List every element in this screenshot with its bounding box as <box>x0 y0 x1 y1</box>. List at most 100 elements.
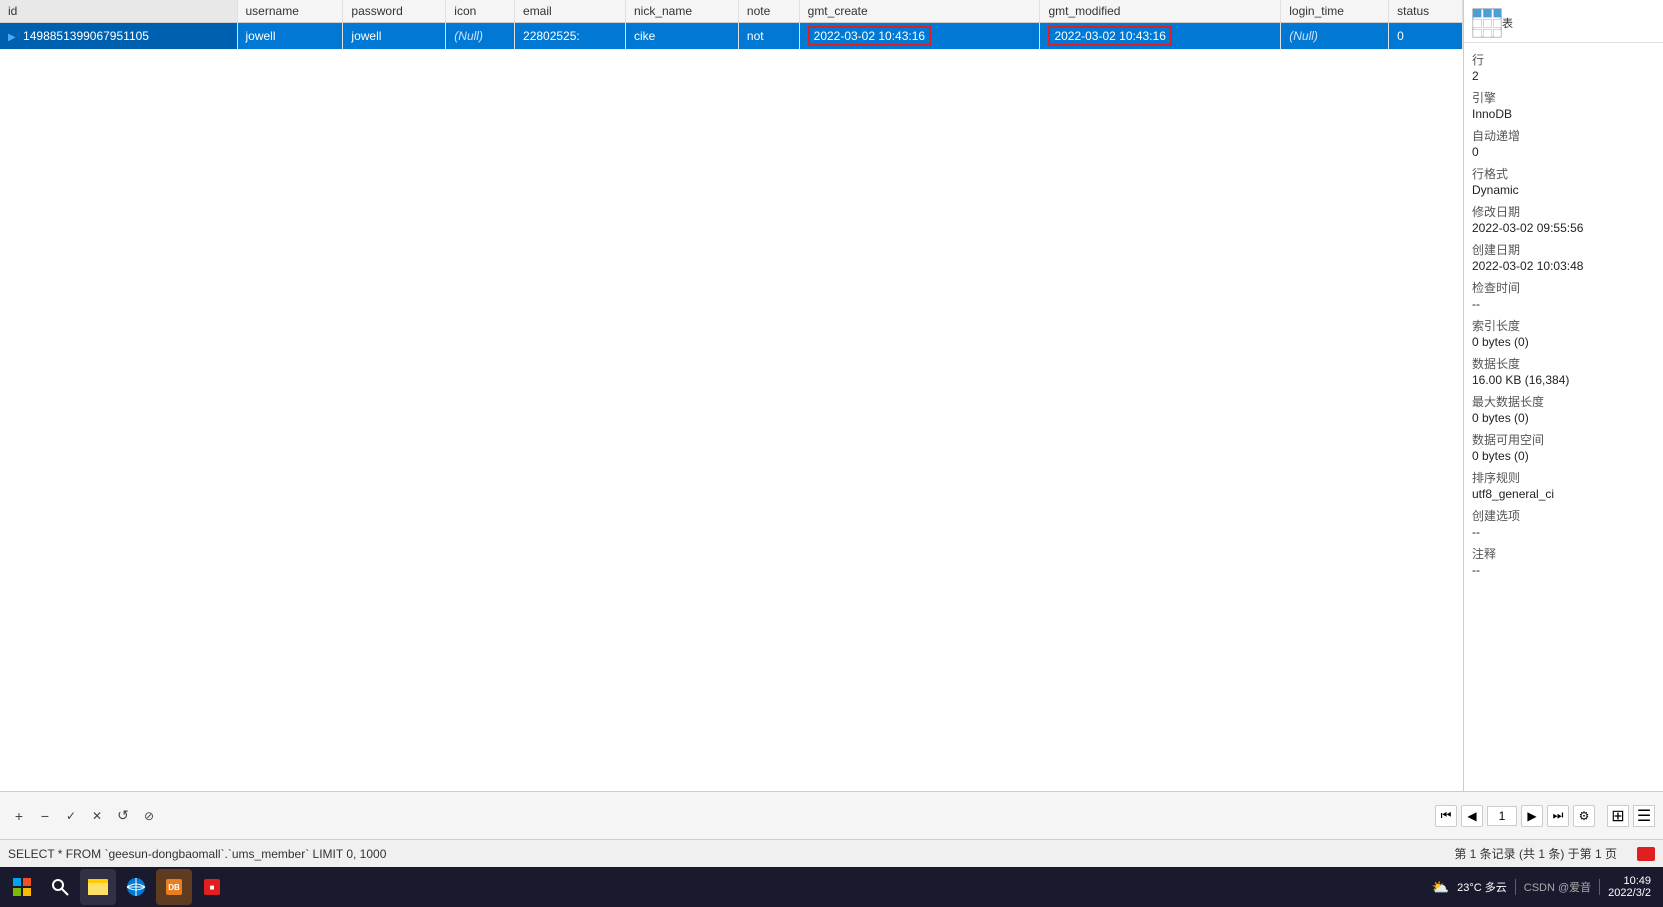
weather-temp: 23°C 多云 <box>1457 879 1507 895</box>
prev-page-button[interactable]: ◀ <box>1461 805 1483 827</box>
stat-value: 0 bytes (0) <box>1472 411 1655 425</box>
stat-value: Dynamic <box>1472 183 1655 197</box>
data-table: id username password icon email nick_nam… <box>0 0 1463 50</box>
file-manager-icon <box>86 875 110 899</box>
col-header-gmt-create[interactable]: gmt_create <box>799 0 1040 23</box>
col-header-username[interactable]: username <box>237 0 343 23</box>
stat-label: 数据可用空间 <box>1472 431 1655 448</box>
stop-button[interactable]: ⊘ <box>138 805 160 827</box>
col-header-email[interactable]: email <box>515 0 626 23</box>
stat-label: 行 <box>1472 51 1655 68</box>
taskbar-app-file[interactable] <box>80 869 116 905</box>
cell-icon: (Null) <box>446 23 515 50</box>
cell-username: jowell <box>237 23 343 50</box>
taskbar: DB ■ ⛅ 23°C 多云 CSDN @爱音 10:49 2022/3/2 <box>0 867 1663 907</box>
status-indicator <box>1637 847 1655 861</box>
stat-label: 行格式 <box>1472 165 1655 182</box>
cancel-button[interactable]: ✕ <box>86 805 108 827</box>
page-number-input[interactable] <box>1487 806 1517 826</box>
right-panel-stats: 行2引擎InnoDB自动递增0行格式Dynamic修改日期2022-03-02 … <box>1464 43 1663 579</box>
right-panel-header: 表 <box>1464 4 1663 43</box>
table-row[interactable]: ▶ 1498851399067951105 jowell jowell (Nul… <box>0 23 1463 50</box>
cell-nick-name: cike <box>625 23 738 50</box>
taskbar-app-browser[interactable] <box>118 869 154 905</box>
cell-id: ▶ 1498851399067951105 <box>0 23 237 50</box>
col-header-icon[interactable]: icon <box>446 0 515 23</box>
stat-value: utf8_general_ci <box>1472 487 1655 501</box>
last-page-button[interactable]: ⏭ <box>1547 805 1569 827</box>
stat-value: 0 <box>1472 145 1655 159</box>
col-header-status[interactable]: status <box>1389 0 1463 23</box>
stat-value: 0 bytes (0) <box>1472 449 1655 463</box>
clock-time: 10:49 <box>1608 875 1651 887</box>
refresh-button[interactable]: ↺ <box>112 805 134 827</box>
right-panel: 表 行2引擎InnoDB自动递增0行格式Dynamic修改日期2022-03-0… <box>1463 0 1663 791</box>
stat-label: 注释 <box>1472 545 1655 562</box>
windows-icon <box>12 877 32 897</box>
col-header-password[interactable]: password <box>343 0 446 23</box>
stat-label: 创建选项 <box>1472 507 1655 524</box>
stat-label: 创建日期 <box>1472 241 1655 258</box>
taskbar-right: ⛅ 23°C 多云 CSDN @爱音 10:49 2022/3/2 <box>1432 875 1659 899</box>
stat-label: 索引长度 <box>1472 317 1655 334</box>
browser-icon <box>124 875 148 899</box>
sql-query-text: SELECT * FROM `geesun-dongbaomall`.`ums_… <box>8 847 1438 861</box>
cell-login-time: (Null) <box>1281 23 1389 50</box>
clock-date: 2022/3/2 <box>1608 887 1651 899</box>
first-page-button[interactable]: ⏮ <box>1435 805 1457 827</box>
cell-password: jowell <box>343 23 446 50</box>
gmt-modified-value: 2022-03-02 10:43:16 <box>1048 26 1171 46</box>
apply-button[interactable]: ✓ <box>60 805 82 827</box>
table-icon <box>1472 8 1502 38</box>
col-header-id[interactable]: id <box>0 0 237 23</box>
cell-gmt-create: 2022-03-02 10:43:16 <box>799 23 1040 50</box>
taskbar-start[interactable] <box>4 869 40 905</box>
taskbar-app-red[interactable]: ■ <box>194 869 230 905</box>
status-bar: SELECT * FROM `geesun-dongbaomall`.`ums_… <box>0 839 1663 867</box>
grid-view-button[interactable]: ⊞ <box>1607 805 1629 827</box>
taskbar-search[interactable] <box>42 869 78 905</box>
cell-gmt-modified: 2022-03-02 10:43:16 <box>1040 23 1281 50</box>
stat-label: 修改日期 <box>1472 203 1655 220</box>
add-row-button[interactable]: + <box>8 805 30 827</box>
stat-label: 自动递增 <box>1472 127 1655 144</box>
table-header-row: id username password icon email nick_nam… <box>0 0 1463 23</box>
col-header-gmt-modified[interactable]: gmt_modified <box>1040 0 1281 23</box>
stat-label: 检查时间 <box>1472 279 1655 296</box>
stat-value: 0 bytes (0) <box>1472 335 1655 349</box>
stat-value: -- <box>1472 563 1655 577</box>
stat-value: InnoDB <box>1472 107 1655 121</box>
time-display: 10:49 2022/3/2 <box>1608 875 1651 899</box>
page-info-text: 第 1 条记录 (共 1 条) 于第 1 页 <box>1454 845 1617 862</box>
data-table-area[interactable]: id username password icon email nick_nam… <box>0 0 1463 791</box>
stat-value: -- <box>1472 297 1655 311</box>
csdn-label: CSDN @爱音 <box>1524 879 1591 895</box>
svg-text:■: ■ <box>210 883 215 892</box>
weather-icon: ⛅ <box>1432 879 1449 896</box>
col-header-nick-name[interactable]: nick_name <box>625 0 738 23</box>
stat-value: -- <box>1472 525 1655 539</box>
stat-label: 排序规则 <box>1472 469 1655 486</box>
page-settings-button[interactable]: ⚙ <box>1573 805 1595 827</box>
stat-label: 引擎 <box>1472 89 1655 106</box>
taskbar-app-db[interactable]: DB <box>156 869 192 905</box>
col-header-note[interactable]: note <box>738 0 799 23</box>
remove-row-button[interactable]: − <box>34 805 56 827</box>
stat-label: 数据长度 <box>1472 355 1655 372</box>
list-view-button[interactable]: ☰ <box>1633 805 1655 827</box>
stat-value: 2022-03-02 10:03:48 <box>1472 259 1655 273</box>
cell-email: 22802525: <box>515 23 626 50</box>
row-indicator: ▶ <box>8 32 16 43</box>
col-header-login-time[interactable]: login_time <box>1281 0 1389 23</box>
svg-text:DB: DB <box>168 883 180 892</box>
next-page-button[interactable]: ▶ <box>1521 805 1543 827</box>
stat-value: 16.00 KB (16,384) <box>1472 373 1655 387</box>
stat-label: 最大数据长度 <box>1472 393 1655 410</box>
stat-value: 2 <box>1472 69 1655 83</box>
stat-value: 2022-03-02 09:55:56 <box>1472 221 1655 235</box>
cell-status: 0 <box>1389 23 1463 50</box>
gmt-create-value: 2022-03-02 10:43:16 <box>808 26 931 46</box>
db-icon: DB <box>162 875 186 899</box>
cell-note: not <box>738 23 799 50</box>
search-icon <box>50 877 70 897</box>
